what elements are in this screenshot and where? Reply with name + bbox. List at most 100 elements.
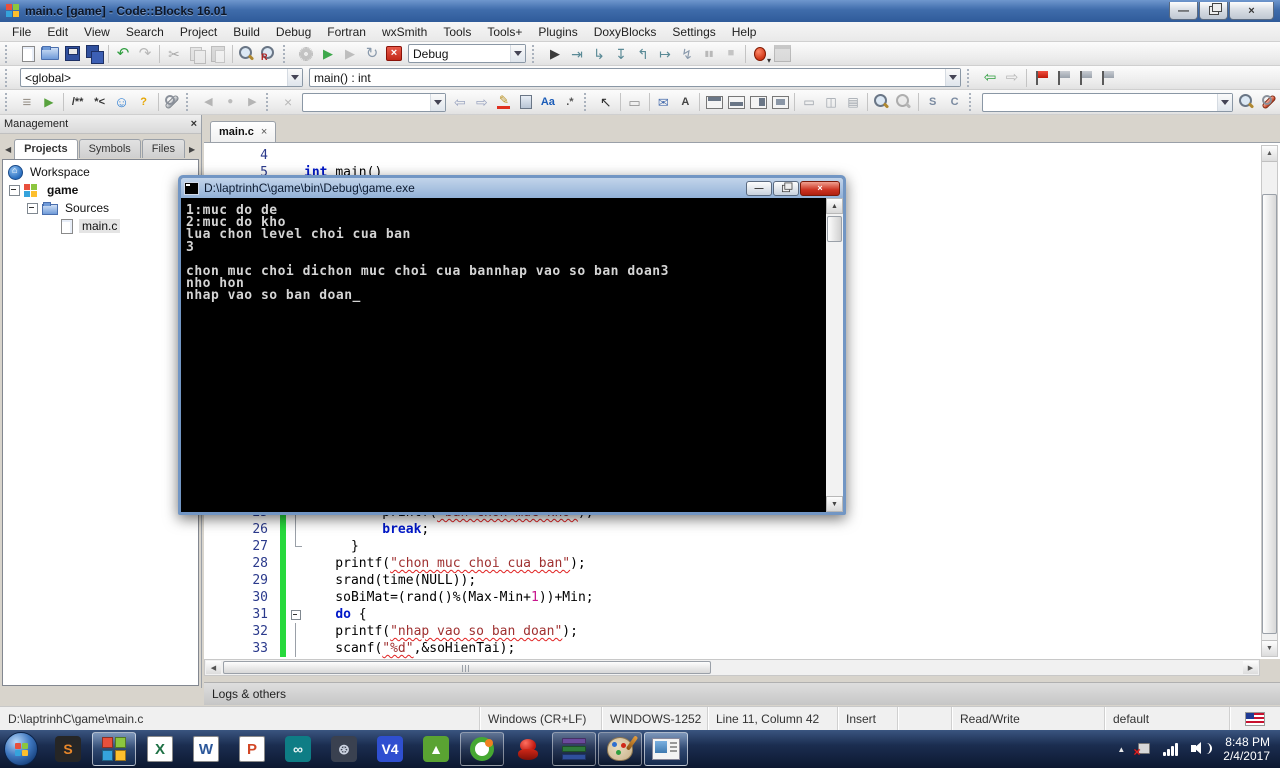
- next-bookmark-icon[interactable]: [1074, 67, 1096, 89]
- abort-icon[interactable]: [383, 43, 405, 65]
- chevron-down-icon[interactable]: [287, 69, 302, 86]
- wx-sizer-top-icon[interactable]: [703, 91, 725, 113]
- wx-frame-icon[interactable]: ▭: [624, 91, 646, 113]
- build-icon[interactable]: [295, 43, 317, 65]
- match-case-icon[interactable]: Aa: [537, 91, 559, 113]
- tab-close-icon[interactable]: ×: [261, 126, 267, 138]
- paste-icon[interactable]: [207, 43, 229, 65]
- taskbar-proteus[interactable]: ⊛: [322, 732, 366, 766]
- tray-show-hidden-icons[interactable]: ▲: [1117, 745, 1125, 754]
- wx-sizer-fill-icon[interactable]: [769, 91, 791, 113]
- doxy-block-comment-icon[interactable]: /**: [67, 91, 89, 113]
- next-occurrence-icon[interactable]: ⇨: [471, 91, 493, 113]
- tree-expander-icon[interactable]: [9, 185, 20, 196]
- editor-horizontal-scrollbar[interactable]: ◀ ▶: [204, 659, 1260, 676]
- menu-edit[interactable]: Edit: [39, 23, 76, 41]
- menu-tools[interactable]: Tools+: [479, 23, 530, 41]
- taskbar-codeblocks[interactable]: [92, 732, 136, 766]
- wx-text-icon[interactable]: A: [674, 91, 696, 113]
- tabs-scroll-left-icon[interactable]: ◀: [2, 145, 14, 158]
- undo-icon[interactable]: ↶: [112, 43, 134, 65]
- new-file-icon[interactable]: [17, 43, 39, 65]
- wx-show-sizers-icon[interactable]: S: [922, 91, 944, 113]
- nav-forward-icon[interactable]: ⇨: [1001, 67, 1023, 89]
- editor-vertical-scrollbar[interactable]: ▲ ▼: [1261, 145, 1278, 657]
- fold-margin[interactable]: [288, 606, 304, 623]
- console-maximize-button[interactable]: [773, 181, 799, 196]
- tree-item-sources[interactable]: Sources: [3, 199, 198, 217]
- menu-fortran[interactable]: Fortran: [319, 23, 374, 41]
- signal-strength-icon[interactable]: [1163, 741, 1181, 757]
- chevron-down-icon[interactable]: [510, 45, 525, 62]
- management-tab-symbols[interactable]: Symbols: [79, 139, 141, 158]
- selection-icon[interactable]: [515, 91, 537, 113]
- wx-sizer-bottom-icon[interactable]: [725, 91, 747, 113]
- options-icon[interactable]: [1258, 91, 1280, 113]
- build-target-combo[interactable]: Debug: [408, 44, 526, 63]
- keyboard-layout-flag-icon[interactable]: [1245, 712, 1265, 726]
- console-minimize-button[interactable]: —: [746, 181, 772, 196]
- taskbar-red-devil[interactable]: [506, 732, 550, 766]
- taskbar-winrar[interactable]: [552, 732, 596, 766]
- debugging-windows-icon[interactable]: [749, 43, 771, 65]
- vertical-scroll-thumb[interactable]: [1262, 194, 1277, 634]
- console-scrollbar[interactable]: ▲ ▼: [826, 198, 843, 512]
- menu-plugins[interactable]: Plugins: [530, 23, 585, 41]
- management-tab-projects[interactable]: Projects: [14, 139, 77, 159]
- wx-grid-icon[interactable]: ▤: [842, 91, 864, 113]
- wx-box-icon[interactable]: ◫: [820, 91, 842, 113]
- console-scroll-up-icon[interactable]: ▲: [826, 198, 843, 214]
- scroll-up-icon[interactable]: ▲: [1262, 146, 1277, 162]
- scroll-down-icon[interactable]: ▼: [1262, 640, 1277, 656]
- stop-debugger-icon[interactable]: ■: [720, 43, 742, 65]
- run-to-cursor-icon[interactable]: ⇥: [566, 43, 588, 65]
- menu-view[interactable]: View: [76, 23, 118, 41]
- wx-spacer-icon[interactable]: ▭: [798, 91, 820, 113]
- taskbar-powerpoint[interactable]: P: [230, 732, 274, 766]
- run-icon[interactable]: ▶: [317, 43, 339, 65]
- prev-bookmark-icon[interactable]: [1052, 67, 1074, 89]
- console-titlebar[interactable]: D:\laptrinhC\game\bin\Debug\game.exe — ×: [181, 178, 843, 198]
- symbol-search-icon[interactable]: [1236, 91, 1258, 113]
- replace-icon[interactable]: [258, 43, 280, 65]
- tree-expander-icon[interactable]: [27, 203, 38, 214]
- wx-dialog-icon[interactable]: ✉: [652, 91, 674, 113]
- wx-zoom-out-icon[interactable]: [893, 91, 915, 113]
- taskbar-paint[interactable]: [598, 732, 642, 766]
- symbol-search-combo[interactable]: [982, 93, 1232, 112]
- menu-debug[interactable]: Debug: [268, 23, 319, 41]
- step-out-icon[interactable]: ↰: [632, 43, 654, 65]
- scroll-right-icon[interactable]: ▶: [1243, 661, 1258, 674]
- prev-occurrence-icon[interactable]: ⇦: [449, 91, 471, 113]
- menu-build[interactable]: Build: [225, 23, 268, 41]
- doxy-settings-icon[interactable]: [161, 91, 183, 113]
- doxywizard-icon[interactable]: ☺: [111, 91, 133, 113]
- redo-icon[interactable]: ↷: [134, 43, 156, 65]
- console-scroll-down-icon[interactable]: ▼: [826, 496, 843, 512]
- menu-search[interactable]: Search: [118, 23, 172, 41]
- wx-pointer-icon[interactable]: ↖: [595, 91, 617, 113]
- start-button[interactable]: [4, 732, 38, 766]
- doxy-help-icon[interactable]: ?: [133, 91, 155, 113]
- function-combo[interactable]: main() : int: [309, 68, 961, 87]
- taskbar-console-window[interactable]: [644, 732, 688, 766]
- highlight-occurrences-icon[interactable]: [493, 91, 515, 113]
- horizontal-scroll-thumb[interactable]: [223, 661, 711, 674]
- step-into-icon[interactable]: ↧: [610, 43, 632, 65]
- console-window[interactable]: D:\laptrinhC\game\bin\Debug\game.exe — ×…: [178, 175, 846, 515]
- menu-tools[interactable]: Tools: [435, 23, 479, 41]
- incsearch-next-icon[interactable]: ▶: [241, 91, 263, 113]
- break-debugger-icon[interactable]: ▮▮: [698, 43, 720, 65]
- step-into-instruction-icon[interactable]: ↯: [676, 43, 698, 65]
- close-button[interactable]: ×: [1229, 2, 1274, 20]
- menu-project[interactable]: Project: [172, 23, 225, 41]
- copy-icon[interactable]: [185, 43, 207, 65]
- taskbar-excel[interactable]: X: [138, 732, 182, 766]
- network-disconnected-icon[interactable]: ×: [1135, 741, 1153, 757]
- next-line-icon[interactable]: ↳: [588, 43, 610, 65]
- logs-panel-bar[interactable]: Logs & others: [204, 682, 1280, 705]
- console-scroll-thumb[interactable]: [827, 216, 842, 242]
- open-file-icon[interactable]: [39, 43, 61, 65]
- chevron-down-icon[interactable]: [430, 94, 445, 111]
- incsearch-prev-icon[interactable]: ◀: [197, 91, 219, 113]
